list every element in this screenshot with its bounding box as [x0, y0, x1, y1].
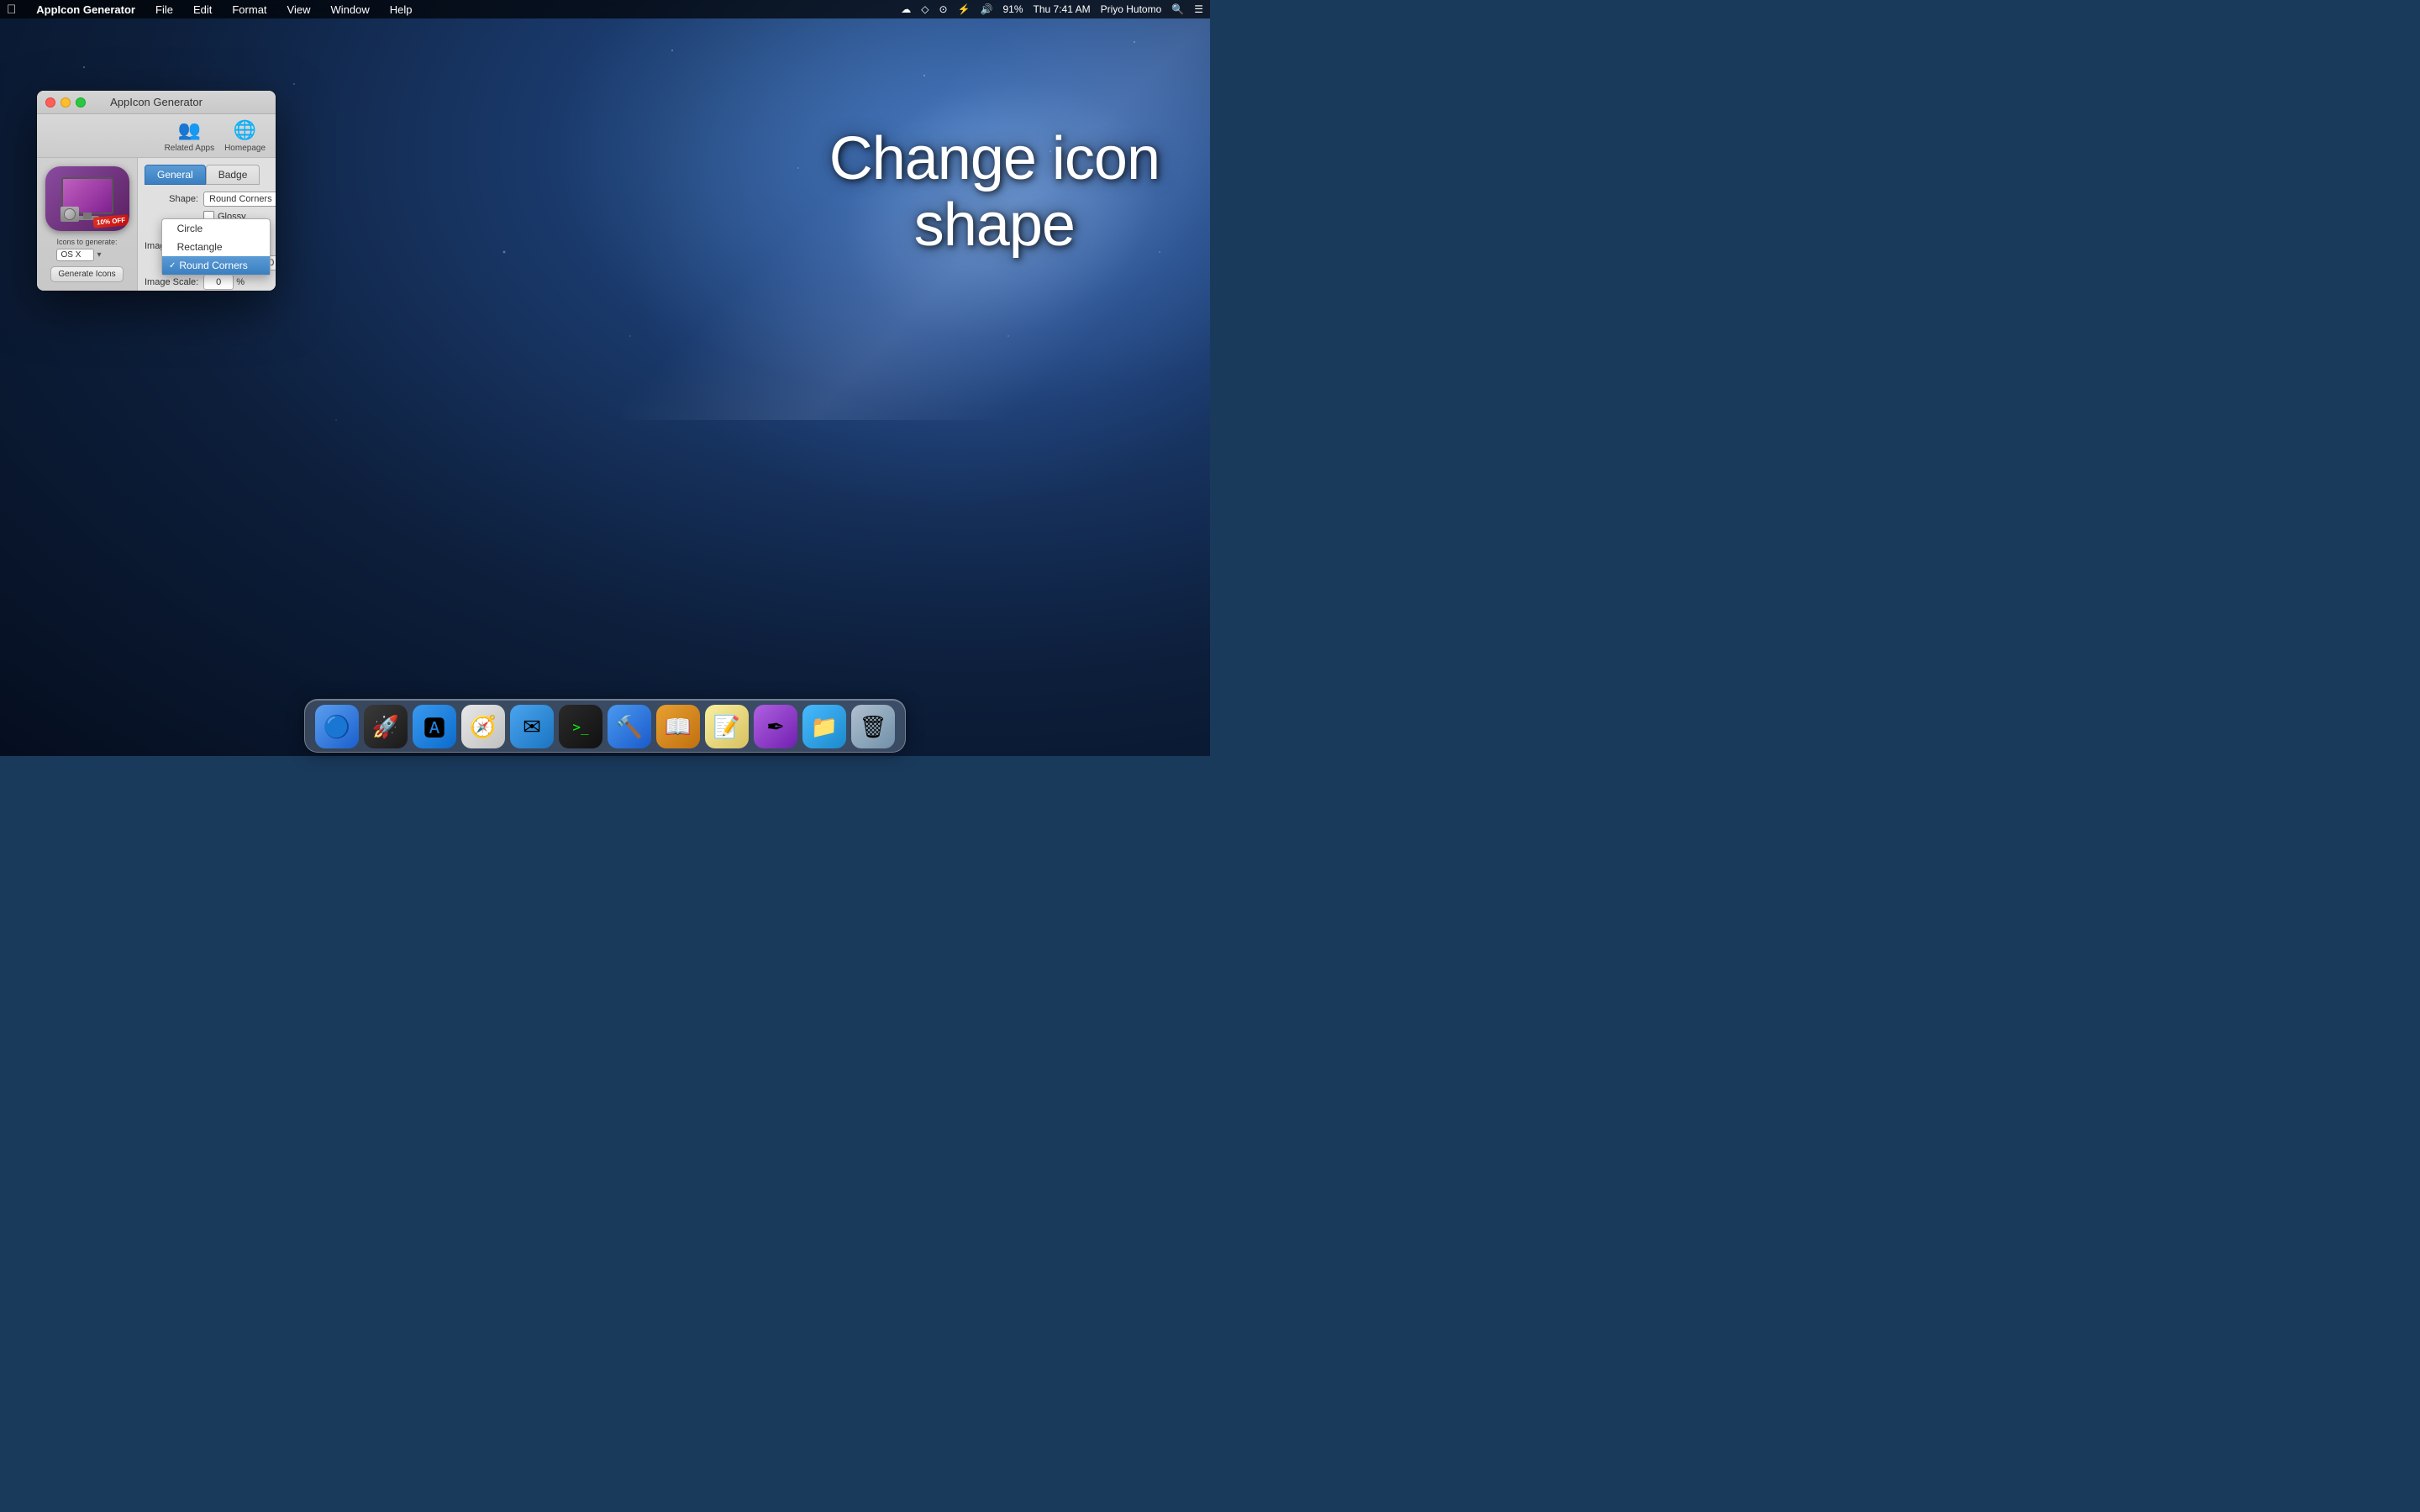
homepage-label: Homepage: [224, 144, 266, 153]
window-maximize-button[interactable]: [76, 97, 86, 108]
bluetooth-icon: ⚡: [958, 3, 971, 15]
shape-selected-value: Round Corners: [209, 194, 272, 204]
homepage-button[interactable]: 🌐 Homepage: [224, 119, 266, 153]
menubar-left:  AppIcon Generator File Edit Format Vie…: [7, 3, 415, 17]
menubar-app-name[interactable]: AppIcon Generator: [33, 3, 139, 16]
dock-notes[interactable]: 📝: [705, 705, 749, 748]
dock-ibooks[interactable]: 📖: [656, 705, 700, 748]
image-scale-row: Image Scale: %: [145, 275, 276, 290]
wifi-icon: ⊙: [939, 3, 948, 15]
app-window: AppIcon Generator 👥 Related Apps 🌐 Homep…: [37, 91, 276, 291]
related-apps-button[interactable]: 👥 Related Apps: [165, 119, 215, 153]
menubar-file[interactable]: File: [152, 3, 176, 16]
tabs-row: General Badge: [145, 165, 276, 185]
shape-label: Shape:: [145, 194, 203, 204]
files-icon: 📁: [811, 714, 838, 740]
window-traffic-lights: [45, 97, 86, 108]
window-close-button[interactable]: [45, 97, 55, 108]
icons-to-generate-row: Icons to generate: OS X ▾: [56, 238, 117, 261]
shape-dropdown-menu: Circle Rectangle ✓ Round Corners: [161, 218, 271, 276]
image-scale-input[interactable]: [203, 275, 234, 290]
search-icon[interactable]: 🔍: [1171, 3, 1184, 15]
battery-status: 91%: [1003, 3, 1023, 15]
dock-safari[interactable]: 🧭: [461, 705, 505, 748]
window-main-panel: General Badge Shape: Round Corners ▾ Cir…: [138, 158, 276, 291]
icons-to-generate-select[interactable]: OS X: [56, 249, 94, 261]
quill-icon: ✒: [766, 714, 785, 740]
mail-icon: ✉: [523, 714, 541, 740]
discount-badge: 10% OFF: [93, 214, 129, 228]
generate-icons-button[interactable]: Generate Icons: [50, 266, 123, 282]
volume-icon: 🔊: [981, 3, 993, 15]
launchpad-icon: 🚀: [372, 714, 399, 740]
dock-launchpad[interactable]: 🚀: [364, 705, 408, 748]
menu-icon[interactable]: ☰: [1194, 3, 1203, 15]
homepage-icon: 🌐: [234, 119, 256, 141]
window-sidebar: 10% OFF Icons to generate: OS X ▾ Genera…: [37, 158, 138, 291]
tab-general[interactable]: General: [145, 165, 206, 185]
app-icon-preview: 10% OFF: [45, 166, 129, 231]
shape-option-circle[interactable]: Circle: [162, 219, 270, 238]
shape-dropdown-trigger[interactable]: Round Corners ▾: [203, 192, 276, 207]
shape-row: Shape: Round Corners ▾ Circle Rectangle: [145, 192, 276, 207]
apple-menu[interactable]: : [7, 3, 16, 17]
menubar-edit[interactable]: Edit: [190, 3, 215, 16]
image-scale-label: Image Scale:: [145, 277, 203, 287]
icons-to-generate-label: Icons to generate:: [56, 238, 117, 246]
dock-app-store[interactable]: 🅰: [413, 705, 456, 748]
menubar-window[interactable]: Window: [327, 3, 372, 16]
window-titlebar: AppIcon Generator: [37, 91, 276, 114]
dock-trash[interactable]: 🗑: [851, 705, 895, 748]
dock: 🔵 🚀 🅰 🧭 ✉ >_ 🔨 📖 📝 ✒ 📁 🗑: [304, 699, 906, 753]
trash-icon: 🗑: [859, 714, 886, 740]
window-toolbar: 👥 Related Apps 🌐 Homepage: [37, 114, 276, 158]
dock-xcode[interactable]: 🔨: [608, 705, 651, 748]
app-store-icon: 🅰: [424, 711, 445, 743]
menubar-view[interactable]: View: [284, 3, 314, 16]
ibooks-icon: 📖: [665, 714, 692, 740]
dock-terminal[interactable]: >_: [559, 705, 602, 748]
related-apps-icon: 👥: [178, 119, 201, 141]
dock-finder[interactable]: 🔵: [315, 705, 359, 748]
dock-quill[interactable]: ✒: [754, 705, 797, 748]
notes-icon: 📝: [713, 714, 740, 740]
percent-sign: %: [236, 277, 245, 287]
terminal-icon: >_: [572, 719, 588, 735]
menubar:  AppIcon Generator File Edit Format Vie…: [0, 0, 1210, 18]
dropbox-icon: ◇: [921, 3, 929, 15]
safari-icon: 🧭: [470, 714, 497, 740]
tab-badge[interactable]: Badge: [206, 165, 260, 185]
desktop-text-line2: shape: [829, 192, 1160, 259]
window-minimize-button[interactable]: [60, 97, 71, 108]
xcode-icon: 🔨: [616, 714, 643, 740]
dock-files[interactable]: 📁: [802, 705, 846, 748]
dock-mail[interactable]: ✉: [510, 705, 554, 748]
shape-option-rectangle[interactable]: Rectangle: [162, 238, 270, 256]
related-apps-label: Related Apps: [165, 144, 215, 153]
finder-icon: 🔵: [324, 714, 350, 740]
creative-cloud-icon: ☁: [901, 3, 911, 15]
menubar-format[interactable]: Format: [229, 3, 270, 16]
desktop-text-line1: Change icon: [829, 126, 1160, 192]
window-title: AppIcon Generator: [110, 96, 203, 108]
menubar-right: ☁ ◇ ⊙ ⚡ 🔊 91% Thu 7:41 AM Priyo Hutomo 🔍…: [901, 3, 1203, 15]
user-name: Priyo Hutomo: [1101, 3, 1162, 15]
menubar-help[interactable]: Help: [387, 3, 416, 16]
shape-option-round-corners[interactable]: ✓ Round Corners: [162, 256, 270, 275]
desktop-promo-text: Change icon shape: [829, 126, 1160, 259]
window-content: 10% OFF Icons to generate: OS X ▾ Genera…: [37, 158, 276, 291]
clock: Thu 7:41 AM: [1034, 3, 1091, 15]
icons-select-arrow: ▾: [97, 250, 101, 260]
